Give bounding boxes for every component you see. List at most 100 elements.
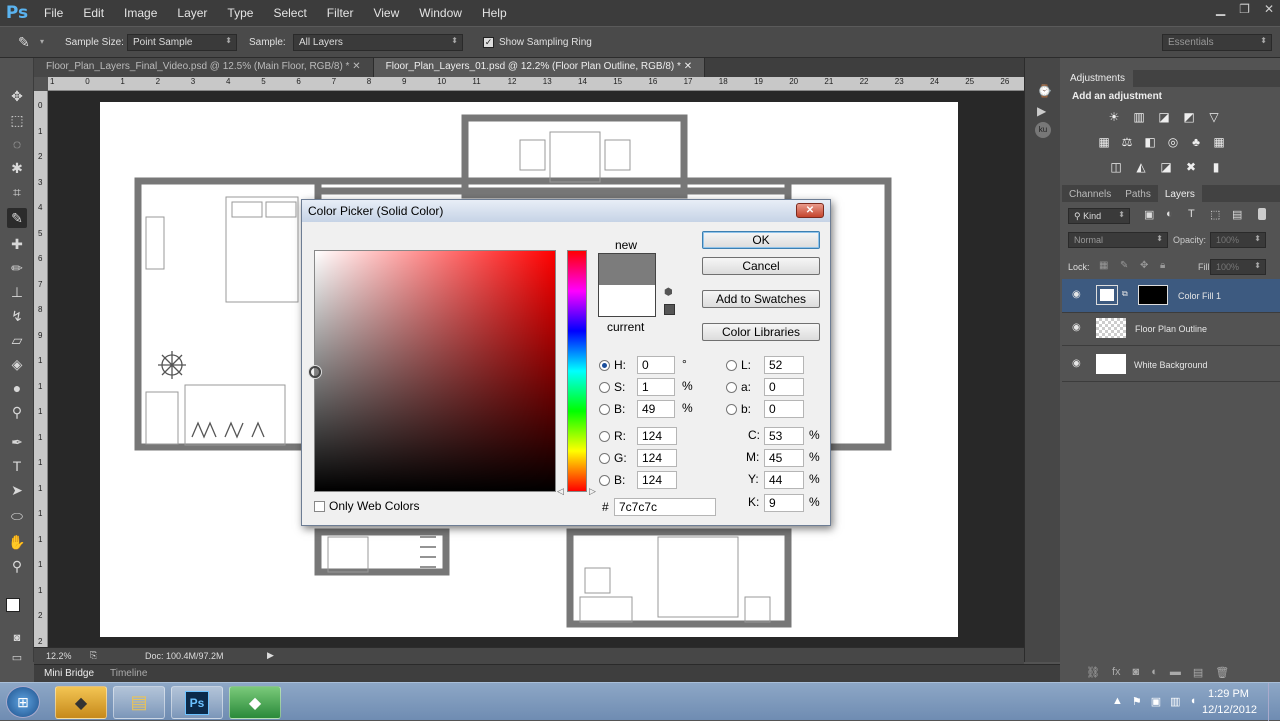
black-white-icon[interactable]: ◧ [1142,135,1158,149]
sample-size-select[interactable]: Point Sample [127,34,237,51]
l-field[interactable]: 52 [764,356,804,374]
menu-view[interactable]: View [363,6,409,20]
menu-window[interactable]: Window [409,6,472,20]
color-balance-icon[interactable]: ⚖ [1119,135,1135,149]
taskbar-recorder[interactable]: ◆ [229,686,281,719]
brightness-field[interactable]: 49 [637,400,675,418]
l-radio[interactable] [726,359,737,371]
marquee-tool-icon[interactable]: ⬚ [7,110,27,130]
volume-icon[interactable]: ◖ [1190,695,1197,708]
taskbar-photoshop[interactable]: Ps [171,686,223,719]
ok-button[interactable]: OK [702,231,820,249]
clock-date[interactable]: 12/12/2012 [1202,704,1257,716]
new-adjustment-icon[interactable]: ◐ [1151,666,1158,679]
status-export-icon[interactable]: ⎘ [90,650,97,661]
filter-type-icon[interactable]: T [1188,208,1195,220]
tab-mini-bridge[interactable]: Mini Bridge [44,668,94,679]
status-menu-arrow-icon[interactable]: ▶ [267,650,274,661]
flag-icon[interactable]: ⚑ [1132,695,1142,708]
type-tool-icon[interactable]: T [7,456,27,476]
close-icon[interactable]: ✕ [684,61,692,72]
hue-slider[interactable] [567,250,587,492]
h-field[interactable]: 0 [637,356,675,374]
add-mask-icon[interactable]: ◙ [1133,666,1140,679]
web-safe-cube-icon[interactable] [664,304,675,315]
s-field[interactable]: 1 [637,378,675,396]
restore-icon[interactable]: ❐ [1239,2,1250,16]
selective-color-icon[interactable]: ✖ [1183,160,1199,174]
lab-b-radio[interactable] [726,403,737,415]
add-to-swatches-button[interactable]: Add to Swatches [702,290,820,308]
opacity-input[interactable]: 100% [1210,232,1266,248]
filter-pixel-icon[interactable]: ▣ [1144,208,1154,221]
r-radio[interactable] [599,430,610,442]
tray-expand-icon[interactable]: ▲ [1112,695,1123,708]
eyedropper-tool-icon[interactable]: ✎ [7,208,27,228]
levels-icon[interactable]: ▥ [1131,110,1147,124]
minimize-icon[interactable]: ▁ [1216,2,1225,16]
lock-image-icon[interactable]: ✎ [1120,260,1128,271]
blend-mode-select[interactable]: Normal [1068,232,1168,248]
threshold-icon[interactable]: ◪ [1158,160,1174,174]
trash-icon[interactable]: 🗑︎ [1215,666,1229,679]
channel-mixer-icon[interactable]: ♣ [1188,135,1204,149]
a-radio[interactable] [726,381,737,393]
color-lookup-icon[interactable]: ▦ [1211,135,1227,149]
quick-mask-icon[interactable]: ◙ [7,628,27,648]
eyedropper-icon[interactable]: ✎ [18,34,30,51]
g-field[interactable]: 124 [637,449,677,467]
eraser-tool-icon[interactable]: ▱ [7,330,27,350]
gamut-warning-icon[interactable]: ⬢ [664,287,673,298]
brightness-icon[interactable]: ☀ [1106,110,1122,124]
a-field[interactable]: 0 [764,378,804,396]
lock-position-icon[interactable]: ✥ [1140,260,1148,271]
workspace-select[interactable]: Essentials [1162,34,1272,51]
filter-toggle-icon[interactable] [1258,208,1266,220]
eye-icon[interactable]: ◉ [1072,358,1081,369]
pen-tool-icon[interactable]: ✒ [7,432,27,452]
foreground-color-swatch[interactable] [6,598,20,612]
network-icon[interactable]: ▥ [1170,695,1180,708]
gradient-map-icon[interactable]: ▮ [1208,160,1224,174]
zoom-tool-icon[interactable]: ⚲ [7,556,27,576]
s-radio[interactable] [599,381,610,393]
layer-row-white-background[interactable]: ◉ White Background [1062,348,1280,382]
screen-mode-icon[interactable]: ▭ [7,648,27,668]
saturation-brightness-field[interactable] [309,250,556,492]
menu-edit[interactable]: Edit [73,6,114,20]
history-panel-icon[interactable]: ⌚ [1037,84,1052,98]
tab-paths[interactable]: Paths [1118,185,1158,204]
filter-smart-icon[interactable]: ▤ [1232,208,1242,221]
paint-bucket-icon[interactable]: ◈ [7,354,27,374]
only-web-colors-checkbox[interactable] [314,501,325,512]
tab-floor-plan-01[interactable]: Floor_Plan_Layers_01.psd @ 12.2% (Floor … [373,58,706,77]
invert-icon[interactable]: ◫ [1108,160,1124,174]
menu-layer[interactable]: Layer [167,6,217,20]
close-icon[interactable]: ✕ [352,61,360,72]
hue-slider-right-handle[interactable]: ▷ [589,486,596,497]
layer-filter-select[interactable]: ⚲ Kind [1068,208,1130,224]
hue-sat-icon[interactable]: ▦ [1096,135,1112,149]
vibrance-icon[interactable]: ▽ [1206,110,1222,124]
color-libraries-button[interactable]: Color Libraries [702,323,820,341]
zoom-level[interactable]: 12.2% [46,651,72,661]
menu-help[interactable]: Help [472,6,517,20]
ellipse-tool-icon[interactable]: ⬭ [7,506,27,526]
cancel-button[interactable]: Cancel [702,257,820,275]
actions-panel-icon[interactable]: ▶ [1037,104,1046,118]
tab-adjustments[interactable]: Adjustments [1062,70,1134,87]
mask-thumbnail[interactable] [1138,285,1168,305]
m-field[interactable]: 45 [764,449,804,467]
r-field[interactable]: 124 [637,427,677,445]
hex-field[interactable]: 7c7c7c [614,498,716,516]
brightness-radio[interactable] [599,403,610,415]
lab-b-field[interactable]: 0 [764,400,804,418]
filter-adjustment-icon[interactable]: ◐ [1166,208,1173,220]
c-field[interactable]: 53 [764,427,804,445]
clock-time[interactable]: 1:29 PM [1208,688,1249,700]
sample-select[interactable]: All Layers [293,34,463,51]
tab-timeline[interactable]: Timeline [110,668,147,679]
hand-tool-icon[interactable]: ✋ [7,532,27,552]
blur-tool-icon[interactable]: ● [7,378,27,398]
brush-tool-icon[interactable]: ✏ [7,258,27,278]
